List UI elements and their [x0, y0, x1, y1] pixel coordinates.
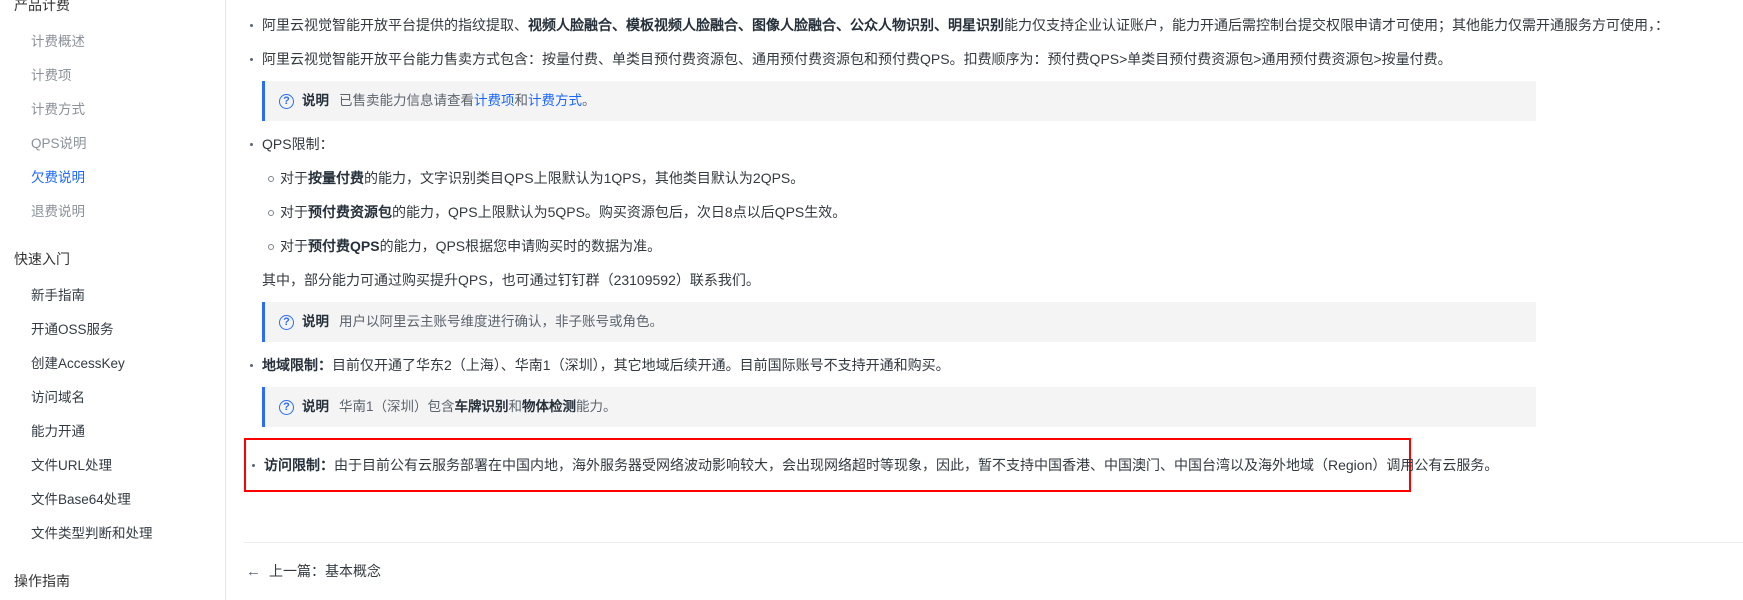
- bullet-qps-limit-title: QPS限制：: [244, 133, 1743, 155]
- qps-item-suffix: 的能力，QPS根据您申请购买时的数据为准。: [379, 238, 662, 254]
- arrow-left-icon: ←: [246, 563, 261, 580]
- note3-text-after: 能力。: [576, 399, 617, 414]
- link-billing-methods[interactable]: 计费方式: [528, 93, 582, 108]
- note3-bold-object-detection: 物体检测: [522, 399, 577, 414]
- note-label: 说明: [302, 399, 329, 414]
- sidebar-item-billing-items[interactable]: 计费项: [0, 58, 225, 92]
- nav-group-operation-guide: 操作指南 配置自学习工具（新版）: [0, 562, 225, 600]
- qps-item-prefix: 对于: [280, 204, 308, 220]
- link-billing-items[interactable]: 计费项: [474, 93, 515, 108]
- qps-section: QPS限制： 对于按量付费的能力，文字识别类目QPS上限默认为1QPS，其他类目…: [244, 133, 1743, 257]
- qps-item-prepaid-resource-pack: 对于预付费资源包的能力，QPS上限默认为5QPS。购买资源包后，次日8点以后QP…: [244, 201, 1743, 223]
- sidebar-item-create-accesskey[interactable]: 创建AccessKey: [0, 346, 225, 380]
- note-text: 用户以阿里云主账号维度进行确认，非子账号或角色。: [339, 314, 663, 329]
- qps-limit-title-text: QPS限制：: [262, 136, 334, 152]
- note3-text-middle: 和: [508, 399, 523, 414]
- region-restriction-text: 目前仅开通了华东2（上海）、华南1（深圳），其它地域后续开通。目前国际账号不支持…: [332, 357, 950, 373]
- sidebar-item-enable-oss[interactable]: 开通OSS服务: [0, 312, 225, 346]
- capabilities-suffix: 能力仅支持企业认证账户，能力开通后需控制台提交权限申请才可使用；其他能力仅需开通…: [1004, 17, 1669, 33]
- sidebar-item-billing-methods[interactable]: 计费方式: [0, 92, 225, 126]
- capabilities-bold-list: 视频人脸融合、模板视频人脸融合、图像人脸融合、公众人物识别、明星识别: [528, 17, 1004, 33]
- note3-text-before: 华南1（深圳）包含: [339, 399, 455, 414]
- sidebar-item-refund-description[interactable]: 退费说明: [0, 194, 225, 228]
- qps-item-suffix: 的能力，文字识别类目QPS上限默认为1QPS，其他类目默认为2QPS。: [364, 170, 805, 186]
- nav-group-quick-start: 快速入门 新手指南 开通OSS服务 创建AccessKey 访问域名 能力开通 …: [0, 240, 225, 550]
- qps-item-prefix: 对于: [280, 170, 308, 186]
- note1-text-after: 。: [582, 93, 596, 108]
- qps-item-pay-as-you-go: 对于按量付费的能力，文字识别类目QPS上限默认为1QPS，其他类目默认为2QPS…: [244, 167, 1743, 189]
- sidebar-item-file-url-processing[interactable]: 文件URL处理: [0, 448, 225, 482]
- qps-item-bold: 按量付费: [308, 170, 364, 186]
- note1-text-before: 已售卖能力信息请查看: [339, 93, 474, 108]
- sidebar-item-qps-description[interactable]: QPS说明: [0, 126, 225, 160]
- note3-bold-plate-recognition: 车牌识别: [454, 399, 509, 414]
- previous-article-link[interactable]: ← 上一篇：基本概念: [244, 561, 381, 581]
- billing-methods-text: 阿里云视觉智能开放平台能力售卖方式包含：按量付费、单类目预付费资源包、通用预付费…: [262, 51, 1452, 67]
- sidebar-item-overdue-description[interactable]: 欠费说明: [0, 160, 225, 194]
- main-content: 阿里云视觉智能开放平台提供的指纹提取、视频人脸融合、模板视频人脸融合、图像人脸融…: [226, 0, 1743, 600]
- nav-group-product-billing: 产品计费 计费概述 计费项 计费方式 QPS说明 欠费说明 退费说明: [0, 0, 225, 228]
- content-bullet-list: 阿里云视觉智能开放平台提供的指纹提取、视频人脸融合、模板视频人脸融合、图像人脸融…: [244, 14, 1743, 70]
- highlight-box-access-restriction: 访问限制：由于目前公有云服务部署在中国内地，海外服务器受网络波动影响较大，会出现…: [244, 438, 1498, 492]
- question-circle-icon: ?: [279, 93, 294, 109]
- bullet-access-restriction: 访问限制：由于目前公有云服务部署在中国内地，海外服务器受网络波动影响较大，会出现…: [246, 454, 1498, 476]
- note-label: 说明: [302, 93, 329, 108]
- qps-item-bold: 预付费资源包: [308, 204, 392, 220]
- sidebar-navigation[interactable]: 产品计费 计费概述 计费项 计费方式 QPS说明 欠费说明 退费说明 快速入门 …: [0, 0, 226, 600]
- previous-article-title: 基本概念: [325, 563, 381, 579]
- sidebar-item-billing-overview[interactable]: 计费概述: [0, 24, 225, 58]
- note1-text-middle: 和: [514, 93, 529, 108]
- region-restriction-label: 地域限制：: [262, 357, 332, 373]
- sidebar-item-file-type-detection[interactable]: 文件类型判断和处理: [0, 516, 225, 550]
- access-restriction-list: 访问限制：由于目前公有云服务部署在中国内地，海外服务器受网络波动影响较大，会出现…: [246, 454, 1498, 476]
- qps-item-prepaid-qps: 对于预付费QPS的能力，QPS根据您申请购买时的数据为准。: [244, 235, 1743, 257]
- document-footer: ← 上一篇：基本概念: [244, 542, 1743, 600]
- sidebar-item-file-base64-processing[interactable]: 文件Base64处理: [0, 482, 225, 516]
- region-section: 地域限制：目前仅开通了华东2（上海）、华南1（深圳），其它地域后续开通。目前国际…: [244, 354, 1743, 376]
- note-text: 华南1（深圳）包含车牌识别和物体检测能力。: [339, 397, 617, 417]
- sidebar-item-access-domain[interactable]: 访问域名: [0, 380, 225, 414]
- access-restriction-label: 访问限制：: [264, 457, 334, 473]
- bullet-capabilities: 阿里云视觉智能开放平台提供的指纹提取、视频人脸融合、模板视频人脸融合、图像人脸融…: [244, 14, 1743, 36]
- sidebar-item-beginner-guide[interactable]: 新手指南: [0, 278, 225, 312]
- previous-article-label: 上一篇：: [269, 563, 325, 579]
- nav-group-title-quick-start: 快速入门: [14, 251, 70, 267]
- access-restriction-text: 由于目前公有云服务部署在中国内地，海外服务器受网络波动影响较大，会出现网络超时等…: [334, 457, 1499, 473]
- document-body: 阿里云视觉智能开放平台提供的指纹提取、视频人脸融合、模板视频人脸融合、图像人脸融…: [226, 0, 1743, 492]
- note-text: 已售卖能力信息请查看计费项和计费方式。: [339, 91, 596, 111]
- note-label: 说明: [302, 314, 329, 329]
- bullet-region-restriction: 地域限制：目前仅开通了华东2（上海）、华南1（深圳），其它地域后续开通。目前国际…: [244, 354, 1743, 376]
- note-box-sold-capabilities: ? 说明 已售卖能力信息请查看计费项和计费方式。: [262, 81, 1536, 121]
- bullet-billing-methods: 阿里云视觉智能开放平台能力售卖方式包含：按量付费、单类目预付费资源包、通用预付费…: [244, 48, 1743, 70]
- note-box-main-account: ? 说明 用户以阿里云主账号维度进行确认，非子账号或角色。: [262, 302, 1536, 342]
- question-circle-icon: ?: [279, 399, 294, 415]
- question-circle-icon: ?: [279, 314, 294, 330]
- qps-item-bold: 预付费QPS: [308, 238, 380, 254]
- nav-group-title-operation-guide: 操作指南: [14, 573, 70, 589]
- sidebar-item-capability-activation[interactable]: 能力开通: [0, 414, 225, 448]
- note-box-shenzhen-capabilities: ? 说明 华南1（深圳）包含车牌识别和物体检测能力。: [262, 387, 1536, 427]
- nav-group-title-product-billing: 产品计费: [14, 0, 70, 13]
- qps-item-prefix: 对于: [280, 238, 308, 254]
- capabilities-prefix: 阿里云视觉智能开放平台提供的指纹提取、: [262, 17, 528, 33]
- documentation-page: 产品计费 计费概述 计费项 计费方式 QPS说明 欠费说明 退费说明 快速入门 …: [0, 0, 1743, 600]
- qps-item-suffix: 的能力，QPS上限默认为5QPS。购买资源包后，次日8点以后QPS生效。: [392, 204, 847, 220]
- qps-additional-text: 其中，部分能力可通过购买提升QPS，也可通过钉钉群（23109592）联系我们。: [262, 272, 760, 288]
- qps-additional-paragraph: 其中，部分能力可通过购买提升QPS，也可通过钉钉群（23109592）联系我们。: [244, 269, 1743, 291]
